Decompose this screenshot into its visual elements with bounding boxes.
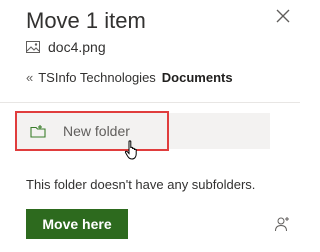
breadcrumb-current: Documents xyxy=(161,69,233,85)
dialog-title: Move 1 item xyxy=(26,8,146,33)
divider xyxy=(0,102,300,103)
image-icon xyxy=(26,41,40,53)
breadcrumb-parent-link[interactable]: TSInfo Technologies xyxy=(38,70,156,85)
move-dialog: Move 1 item doc4.png « TSInfo Technologi… xyxy=(0,0,300,252)
person-icon[interactable] xyxy=(274,216,290,232)
empty-folder-message: This folder doesn't have any subfolders. xyxy=(26,177,256,192)
highlight-box xyxy=(15,111,169,151)
file-row: doc4.png xyxy=(26,38,106,56)
breadcrumb: « TSInfo Technologies Documents xyxy=(26,68,233,86)
close-icon[interactable] xyxy=(276,9,290,23)
file-name: doc4.png xyxy=(48,39,106,55)
breadcrumb-back-icon[interactable]: « xyxy=(26,70,33,85)
move-here-button[interactable]: Move here xyxy=(26,209,128,239)
hand-cursor-icon xyxy=(124,140,137,160)
